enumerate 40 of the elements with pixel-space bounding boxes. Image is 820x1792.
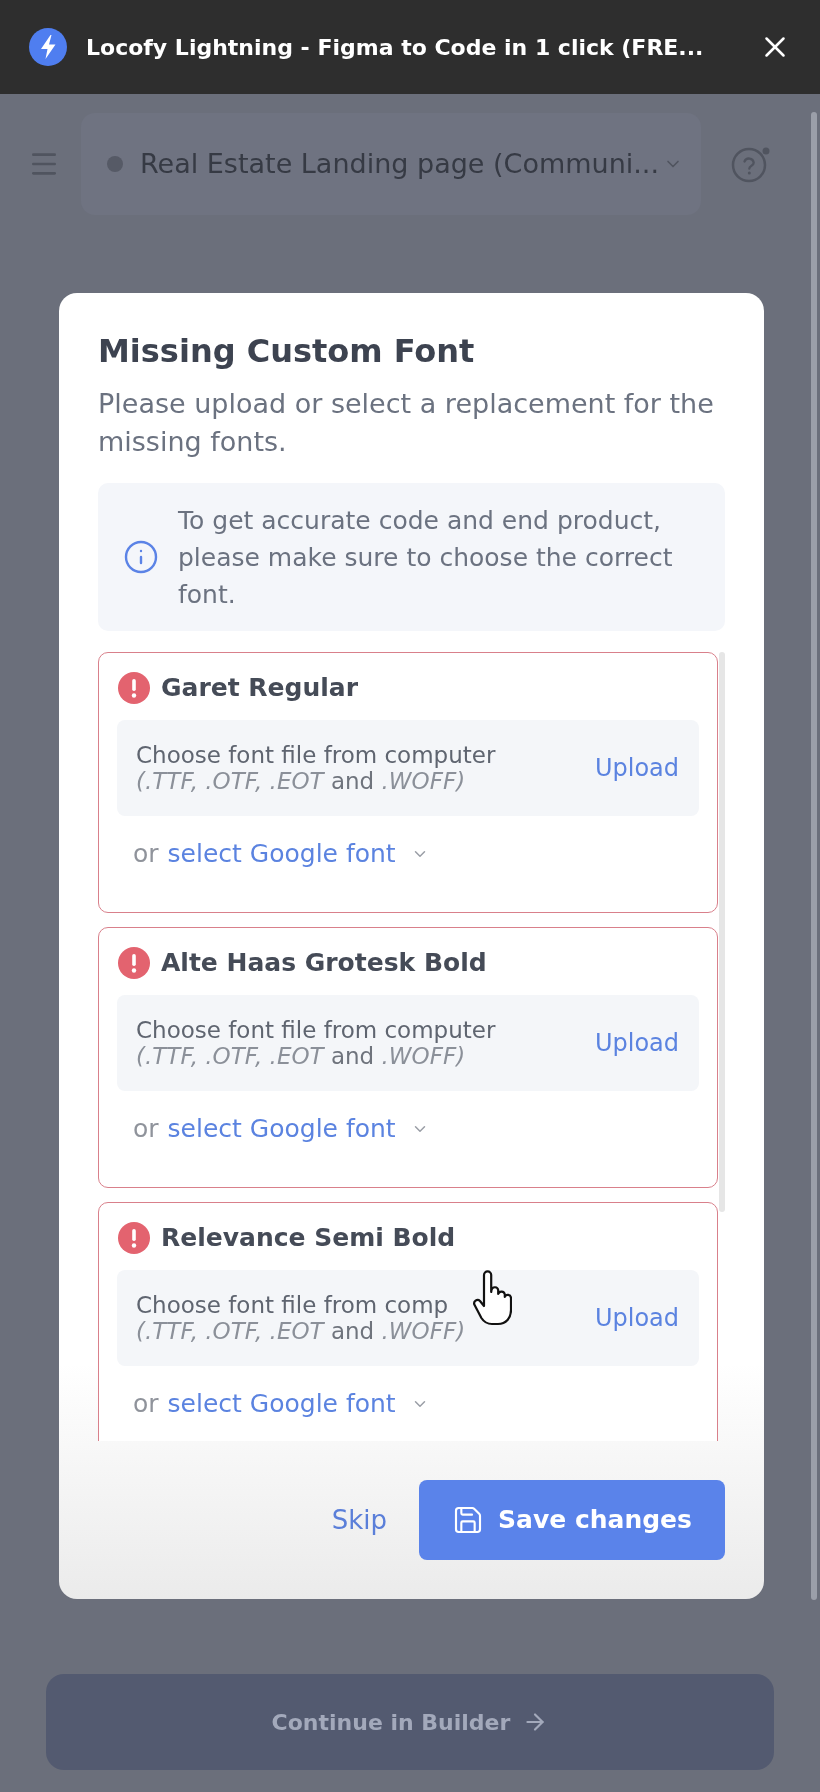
upload-button[interactable]: Upload xyxy=(594,752,679,784)
or-label: or xyxy=(133,1113,159,1145)
error-icon xyxy=(118,1222,150,1254)
upload-prompt: Choose font file from computer xyxy=(136,742,496,768)
upload-prompt: Choose font file from computer xyxy=(136,1017,496,1043)
file-formats: (.TTF, .OTF, .EOT and .WOFF) xyxy=(136,768,467,794)
window-title: Locofy Lightning - Figma to Code in 1 click (FRE... xyxy=(86,33,704,62)
upload-dropzone[interactable]: Choose font file from computer (.TTF, .OTF, .EOT and .WOFF) Upload xyxy=(117,720,699,816)
bolt-logo-icon xyxy=(29,28,67,66)
skip-button[interactable]: Skip xyxy=(331,1500,387,1540)
file-formats: (.TTF, .OTF, .EOT and .WOFF) xyxy=(136,1043,467,1069)
project-name: Real Estate Landing page (Communi... xyxy=(140,146,659,181)
upload-button[interactable]: Upload xyxy=(594,1302,679,1334)
status-dot-icon xyxy=(107,156,123,172)
notice-text: To get accurate code and end product, please make sure to choose the correct font. xyxy=(178,504,674,611)
help-icon[interactable] xyxy=(730,145,772,183)
dialog-title: Missing Custom Font xyxy=(98,331,476,372)
hand-cursor-icon xyxy=(472,1270,512,1326)
file-formats: (.TTF, .OTF, .EOT and .WOFF) xyxy=(136,1318,466,1344)
or-label: or xyxy=(133,838,159,870)
font-name: Relevance Semi Bold xyxy=(161,1222,456,1254)
upload-dropzone[interactable]: Choose font file from comp (.TTF, .OTF, .EOT and .WOFF) Upload xyxy=(117,1270,699,1366)
scrollbar[interactable] xyxy=(719,652,725,1212)
project-selector[interactable]: Real Estate Landing page (Communi... xyxy=(81,113,701,215)
upload-button[interactable]: Upload xyxy=(594,1027,679,1059)
upload-dropzone[interactable]: Choose font file from computer (.TTF, .OTF, .EOT and .WOFF) Upload xyxy=(117,995,699,1091)
error-icon xyxy=(118,672,150,704)
or-label: or xyxy=(133,1388,159,1420)
font-name: Alte Haas Grotesk Bold xyxy=(161,947,487,979)
font-name: Garet Regular xyxy=(161,672,358,704)
page-scrollbar[interactable] xyxy=(811,112,817,1600)
error-icon xyxy=(118,947,150,979)
continue-in-builder-button[interactable]: Continue in Builder xyxy=(46,1674,774,1770)
google-font-dropdown[interactable]: select Google font xyxy=(167,1386,429,1422)
save-changes-button[interactable]: Save changes xyxy=(419,1480,725,1560)
google-font-dropdown[interactable]: select Google font xyxy=(167,836,429,872)
info-icon xyxy=(123,539,159,575)
google-font-dropdown[interactable]: select Google font xyxy=(167,1111,429,1147)
dialog-subtitle: Please upload or select a replacement for the missing fonts. xyxy=(98,387,715,459)
upload-prompt: Choose font file from comp xyxy=(136,1292,450,1318)
